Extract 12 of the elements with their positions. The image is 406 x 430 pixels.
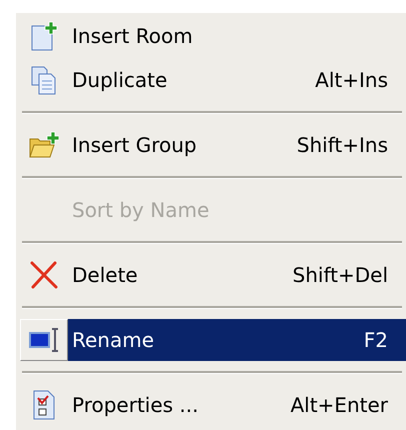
menu-item[interactable]: Rename F2 — [68, 319, 406, 361]
menu-item[interactable]: Delete Shift+Del — [68, 254, 406, 296]
menu-item[interactable]: Insert Group Shift+Ins — [68, 124, 406, 166]
rename-icon — [29, 326, 59, 354]
menu-item[interactable]: Duplicate Alt+Ins — [68, 59, 406, 101]
properties-icon — [32, 390, 56, 420]
folder-plus-icon — [29, 131, 59, 159]
cross-icon — [30, 261, 58, 289]
menu-item[interactable]: Insert Room — [68, 15, 406, 57]
pages-icon — [30, 65, 58, 95]
menu-item[interactable]: Properties ... Alt+Enter — [68, 384, 406, 426]
page-plus-icon — [30, 21, 58, 51]
